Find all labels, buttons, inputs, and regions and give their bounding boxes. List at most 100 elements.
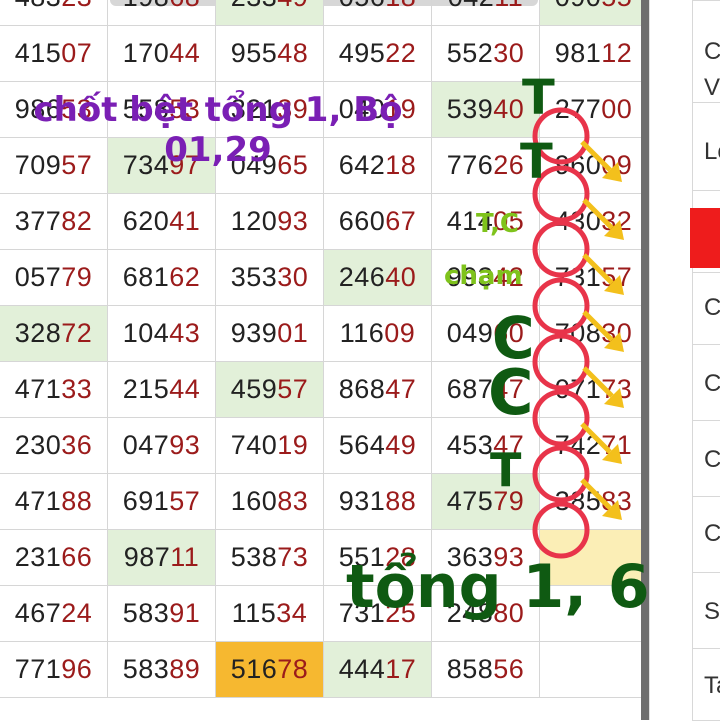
- number-suffix: 82: [61, 206, 93, 236]
- number-prefix: 120: [230, 206, 278, 236]
- number-suffix: 96: [61, 654, 93, 684]
- number-suffix: 57: [277, 374, 309, 404]
- tong-note: tổng 1, 6: [346, 552, 650, 622]
- right-panel-divider: [692, 0, 693, 720]
- number-suffix: 93: [169, 430, 201, 460]
- number-prefix: 115: [231, 598, 277, 628]
- number-prefix: 981: [554, 38, 602, 68]
- number-suffix: 12: [601, 38, 633, 68]
- table-row: 483231986823349056180421109055: [0, 0, 648, 26]
- right-panel-row-line: [692, 272, 720, 273]
- number-suffix: 44: [169, 38, 201, 68]
- right-panel-label: C: [704, 520, 720, 547]
- table-cell: 231 66: [0, 530, 108, 586]
- number-prefix: 090: [555, 0, 602, 13]
- number-prefix: 939: [230, 318, 278, 348]
- number-prefix: 740: [230, 430, 278, 460]
- table-cell: 539 40: [432, 82, 540, 138]
- table-cell: 858 56: [432, 642, 540, 698]
- table-row: 771 96 583 89 516 78 444 17 858 56: [0, 642, 648, 698]
- number-suffix: 07: [61, 38, 93, 68]
- number-prefix: 231: [14, 542, 62, 572]
- number-suffix: 78: [277, 654, 309, 684]
- number-suffix: 57: [169, 486, 201, 516]
- table-cell: 687 47: [432, 362, 540, 418]
- table-cell: 960 09: [540, 138, 648, 194]
- number-prefix: 660: [338, 206, 386, 236]
- number-prefix: 475: [446, 486, 494, 516]
- number-suffix: 49: [277, 0, 308, 13]
- table-cell: 414 05: [432, 194, 540, 250]
- number-prefix: 955: [230, 38, 278, 68]
- number-prefix: 858: [446, 654, 494, 684]
- number-prefix: 042: [448, 0, 495, 13]
- right-panel-label: C: [704, 370, 720, 397]
- number-prefix: 328: [14, 318, 62, 348]
- number-suffix: 91: [169, 598, 201, 628]
- number-suffix: 44: [169, 374, 201, 404]
- number-prefix: 516: [230, 654, 278, 684]
- number-prefix: 414: [446, 206, 494, 236]
- table-cell: 742 71: [540, 418, 648, 474]
- table-row: 415 07 170 44 955 48 495 22 552 30 981 12: [0, 26, 648, 82]
- table-cell: 071 73: [540, 362, 648, 418]
- right-panel-row-line: [692, 496, 720, 497]
- table-cell: 552 30: [432, 26, 540, 82]
- number-suffix: 26: [493, 150, 525, 180]
- number-suffix: 79: [493, 486, 525, 516]
- number-prefix: 459: [230, 374, 278, 404]
- number-suffix: 88: [385, 486, 417, 516]
- number-prefix: 687: [446, 374, 494, 404]
- table-cell: 939 01: [216, 306, 324, 362]
- table-row: 057 79 681 62 353 30 246 40 993 42 731 57: [0, 250, 648, 306]
- table-cell: 620 41: [108, 194, 216, 250]
- purple-handwritten-note: chốt bệt tổng 1, Bộ 01,29: [18, 90, 418, 170]
- number-prefix: 049: [446, 318, 494, 348]
- table-cell: 246 40: [324, 250, 432, 306]
- number-suffix: 32: [601, 206, 633, 236]
- right-panel-label: Lo: [704, 138, 720, 165]
- table-cell: 681 62: [108, 250, 216, 306]
- number-suffix: 30: [277, 262, 309, 292]
- table-cell: 471 33: [0, 362, 108, 418]
- right-panel-row-line: [692, 102, 720, 103]
- number-prefix: 215: [122, 374, 170, 404]
- number-suffix: 56: [493, 654, 525, 684]
- table-row: 377 82 620 41 120 93 660 67 414 05 430 32: [0, 194, 648, 250]
- right-panel-row-line: [692, 344, 720, 345]
- table-cell: 467 24: [0, 586, 108, 642]
- number-suffix: 93: [277, 206, 309, 236]
- number-suffix: 11: [494, 0, 523, 13]
- number-suffix: 41: [169, 206, 201, 236]
- right-panel-label: C: [704, 38, 720, 65]
- table-cell: 230 36: [0, 418, 108, 474]
- number-suffix: 73: [601, 374, 633, 404]
- table-cell: 353 30: [216, 250, 324, 306]
- table-cell: 116 09: [324, 306, 432, 362]
- number-suffix: 83: [601, 486, 633, 516]
- number-prefix: 931: [338, 486, 386, 516]
- number-suffix: 67: [385, 206, 417, 236]
- right-panel-row-line: [692, 420, 720, 421]
- number-prefix: 960: [554, 150, 602, 180]
- number-prefix: 691: [122, 486, 170, 516]
- number-prefix: 277: [554, 94, 602, 124]
- table-cell: 459 57: [216, 362, 324, 418]
- table-cell: 731 57: [540, 250, 648, 306]
- number-suffix: 34: [276, 598, 308, 628]
- right-panel-red-badge[interactable]: [690, 208, 720, 268]
- table-cell: 05618: [324, 0, 432, 26]
- table-cell: 328 72: [0, 306, 108, 362]
- number-prefix: 385: [554, 486, 602, 516]
- number-prefix: 583: [122, 598, 170, 628]
- table-cell: 955 48: [216, 26, 324, 82]
- number-suffix: 47: [493, 374, 525, 404]
- number-prefix: 116: [339, 318, 385, 348]
- table-cell: 981 12: [540, 26, 648, 82]
- number-suffix: 36: [61, 430, 93, 460]
- table-cell: 48323: [0, 0, 108, 26]
- number-suffix: 19: [277, 430, 309, 460]
- number-suffix: 60: [493, 318, 525, 348]
- table-cell: 415 07: [0, 26, 108, 82]
- table-cell: 708 30: [540, 306, 648, 362]
